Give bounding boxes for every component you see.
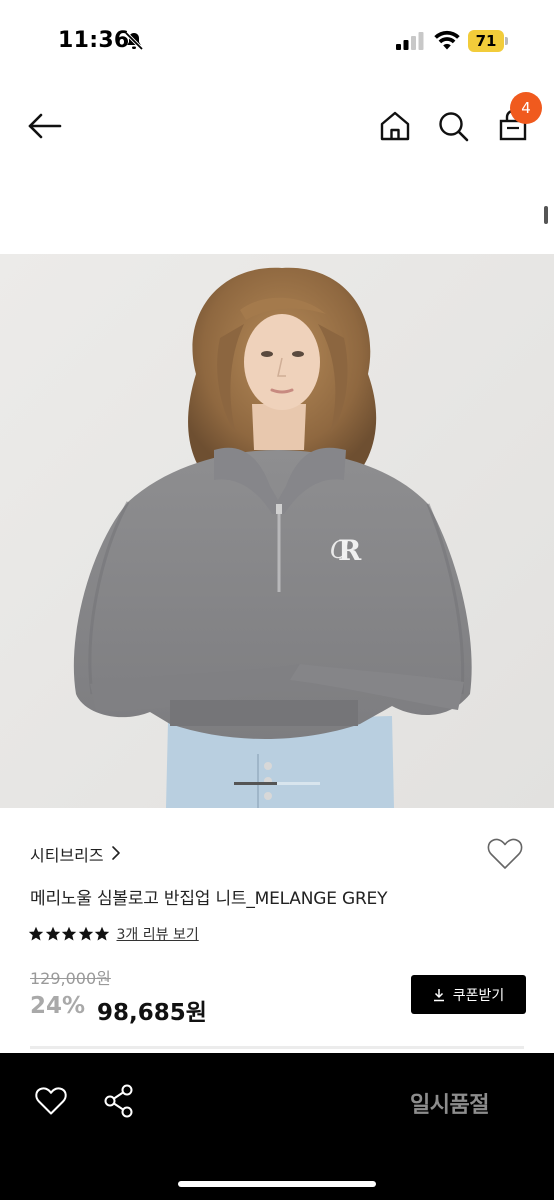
wishlist-button[interactable] (486, 836, 524, 872)
coupon-label: 쿠폰받기 (452, 987, 505, 1004)
home-button[interactable] (376, 106, 414, 146)
product-photo: R C (0, 254, 554, 808)
heart-icon (35, 1087, 67, 1115)
star-icon (78, 926, 93, 941)
share-button[interactable] (102, 1083, 136, 1119)
signal-icon (396, 32, 424, 50)
discount-rate: 24% (30, 993, 86, 1019)
heart-outline-icon (487, 838, 523, 869)
back-arrow-icon (28, 113, 62, 139)
product-name: 메리노울 심볼로고 반집업 니트_MELANGE GREY (30, 889, 388, 909)
cart-count-badge: 4 (510, 92, 542, 124)
search-button[interactable] (434, 106, 472, 146)
home-icon (380, 111, 410, 141)
wifi-icon (434, 30, 460, 50)
star-icon (61, 926, 77, 941)
star-icon (94, 926, 110, 941)
sale-price: 98,685원 (97, 1000, 207, 1026)
status-bar: 11:36 71 (0, 0, 554, 82)
divider (30, 1046, 524, 1049)
bell-slash-icon (124, 31, 144, 51)
back-button[interactable] (24, 106, 68, 146)
original-price: 129,000원 (30, 969, 111, 988)
brand-link[interactable]: 시티브리즈 (30, 842, 104, 866)
share-icon (104, 1084, 133, 1118)
download-icon (433, 988, 444, 1001)
bottom-action-bar: 일시품절 (0, 1053, 554, 1200)
coupon-button[interactable]: 쿠폰받기 (411, 975, 526, 1014)
status-time: 11:36 (58, 28, 130, 53)
bottom-wishlist-button[interactable] (34, 1085, 68, 1117)
battery-level: 71 (475, 32, 497, 50)
battery-icon: 71 (468, 30, 508, 52)
battery-cap (505, 37, 508, 45)
rating-row: 3개 리뷰 보기 (28, 923, 199, 945)
nav-bar: 4 (0, 90, 554, 162)
chevron-right-icon (112, 846, 120, 860)
star-icon (45, 926, 60, 941)
home-indicator[interactable] (178, 1181, 376, 1187)
search-icon (439, 112, 469, 142)
sold-out-button[interactable]: 일시품절 (410, 1087, 489, 1119)
svg-text:C: C (330, 536, 348, 564)
review-link[interactable]: 3개 리뷰 보기 (117, 924, 199, 944)
star-icon (28, 926, 44, 941)
product-image[interactable]: R C (0, 254, 554, 808)
scroll-indicator (544, 206, 548, 224)
carousel-indicator-active (234, 782, 277, 785)
